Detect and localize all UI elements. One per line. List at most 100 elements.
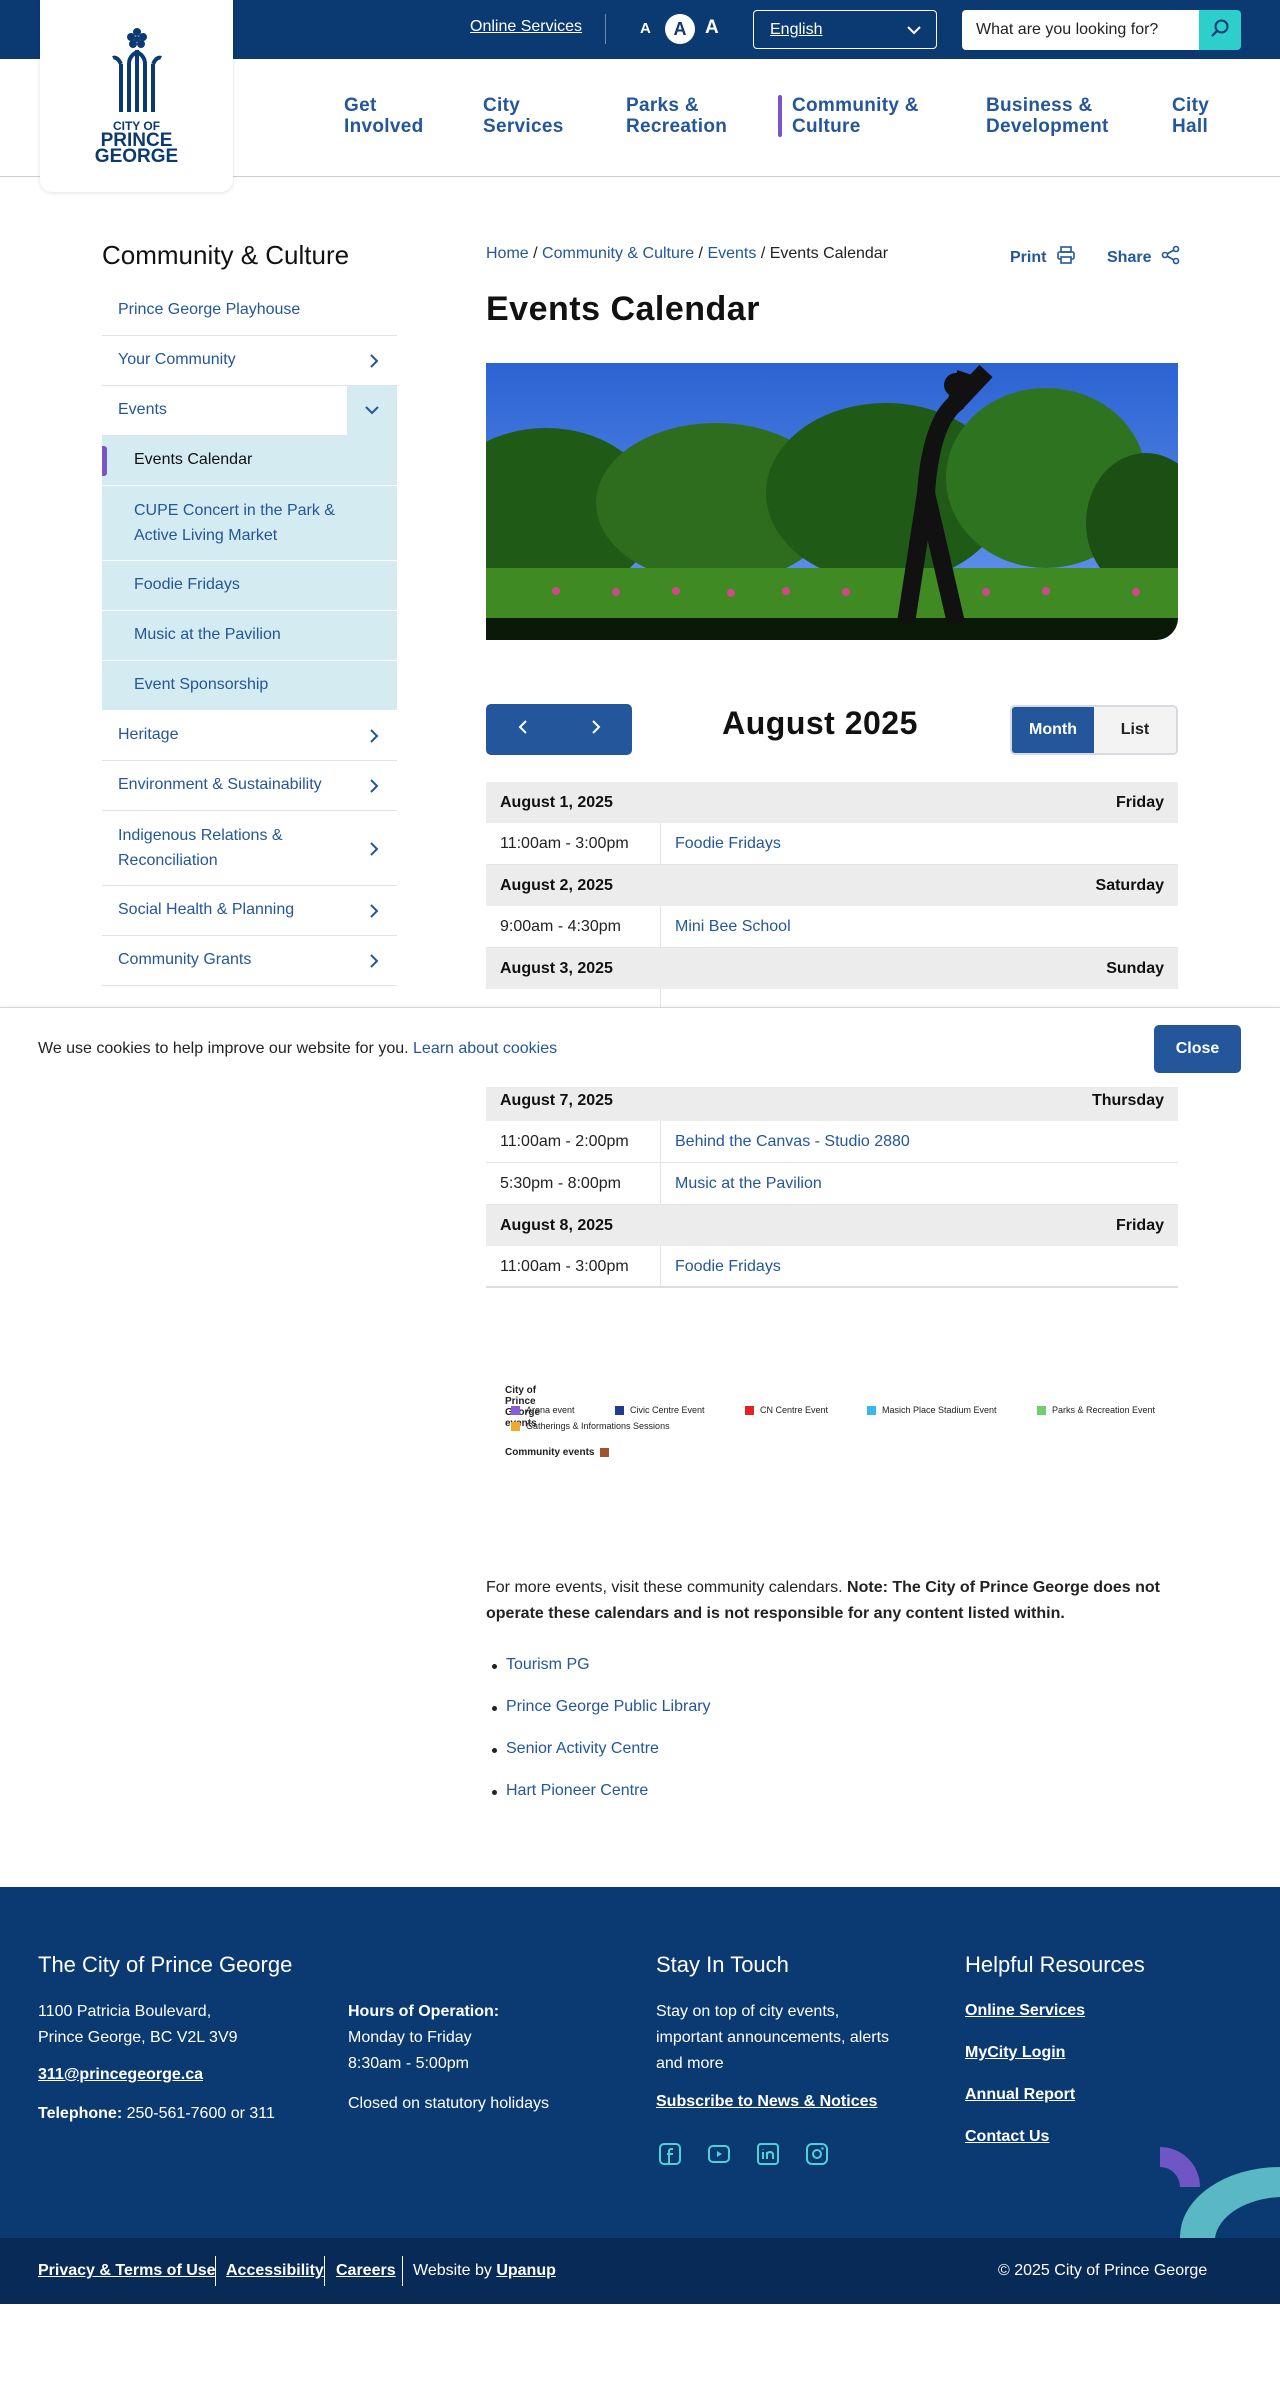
footer-telephone: Telephone: 250-561-7600 or 311 bbox=[38, 2105, 275, 2122]
sidebar-nav: Prince George Playhouse Your Community E… bbox=[102, 286, 397, 986]
font-size-large-button[interactable]: A bbox=[705, 17, 719, 39]
breadcrumb-events[interactable]: Events bbox=[707, 245, 756, 262]
footer-hours: Hours of Operation: Monday to Friday 8:30a… bbox=[348, 2003, 500, 2072]
site-logo[interactable]: CITY OF PRINCE GEORGE bbox=[40, 0, 233, 192]
collapse-toggle[interactable] bbox=[347, 386, 397, 436]
sidebar-item-community-grants[interactable]: Community Grants bbox=[102, 936, 397, 986]
list-view-button[interactable]: List bbox=[1094, 707, 1176, 753]
privacy-link[interactable]: Privacy & Terms of Use bbox=[38, 2262, 216, 2280]
sidebar-item-cupe-concert[interactable]: CUPE Concert in the Park & Active Living… bbox=[102, 486, 397, 561]
chevron-right-icon bbox=[369, 728, 379, 749]
chevron-right-icon bbox=[369, 840, 379, 865]
sidebar-item-event-sponsorship[interactable]: Event Sponsorship bbox=[102, 661, 397, 711]
font-size-small-button[interactable]: A bbox=[640, 20, 651, 37]
share-icon bbox=[1161, 245, 1181, 270]
footer-resources-title: Helpful Resources bbox=[965, 1952, 1145, 1977]
nav-city-services[interactable]: City Services bbox=[483, 95, 564, 137]
next-month-button[interactable] bbox=[559, 704, 632, 755]
chevron-left-icon bbox=[518, 719, 528, 740]
event-row: 11:00am - 3:00pm Foodie Fridays bbox=[486, 823, 1178, 865]
learn-about-cookies-link[interactable]: Learn about cookies bbox=[413, 1040, 557, 1057]
sidebar-item-social-health[interactable]: Social Health & Planning bbox=[102, 886, 397, 936]
chevron-right-icon bbox=[591, 719, 601, 740]
font-size-medium-button[interactable]: A bbox=[665, 14, 695, 44]
event-row: 9:00am - 4:30pm Mini Bee School bbox=[486, 906, 1178, 948]
instagram-icon[interactable] bbox=[803, 2140, 831, 2168]
sidebar-item-your-community[interactable]: Your Community bbox=[102, 336, 397, 386]
divider bbox=[402, 2256, 403, 2286]
nav-business-development[interactable]: Business & Development bbox=[986, 95, 1109, 137]
footer-annual-report-link[interactable]: Annual Report bbox=[965, 2082, 1075, 2108]
event-link[interactable]: Music at the Pavilion bbox=[661, 1163, 836, 1204]
legend-item: Parks & Recreation Event bbox=[1037, 1405, 1155, 1415]
footer-online-services-link[interactable]: Online Services bbox=[965, 1998, 1085, 2024]
footer-address: 1100 Patricia Boulevard, Prince George, B… bbox=[38, 2003, 238, 2046]
day-header: August 1, 2025 Friday bbox=[486, 782, 1178, 823]
nav-parks-recreation[interactable]: Parks & Recreation bbox=[626, 95, 727, 137]
legend-community: Community events bbox=[505, 1447, 610, 1458]
swatch bbox=[600, 1448, 610, 1457]
decorative-arcs-icon bbox=[1150, 2137, 1280, 2238]
list-item[interactable]: Hart Pioneer Centre bbox=[486, 1782, 711, 1824]
facebook-icon[interactable] bbox=[656, 2140, 684, 2168]
nav-get-involved[interactable]: Get Involved bbox=[344, 95, 423, 137]
event-link[interactable]: Foodie Fridays bbox=[661, 1246, 795, 1286]
divider bbox=[215, 2256, 216, 2286]
community-calendars-intro: For more events, visit these community c… bbox=[486, 1579, 1160, 1622]
agency-link[interactable]: Upanup bbox=[496, 2262, 556, 2279]
event-link[interactable]: Behind the Canvas - Studio 2880 bbox=[661, 1121, 924, 1162]
list-item[interactable]: Senior Activity Centre bbox=[486, 1740, 711, 1782]
event-time: 11:00am - 3:00pm bbox=[486, 1246, 661, 1286]
footer-stay-title: Stay In Touch bbox=[656, 1952, 789, 1977]
sidebar-title: Community & Culture bbox=[102, 240, 350, 270]
logo-mark-icon bbox=[108, 24, 166, 119]
footer-email-link[interactable]: 311@princegeorge.ca bbox=[38, 2062, 203, 2088]
accessibility-link[interactable]: Accessibility bbox=[226, 2262, 324, 2280]
language-select[interactable]: English bbox=[753, 10, 937, 49]
careers-link[interactable]: Careers bbox=[336, 2262, 396, 2280]
sidebar-item-events[interactable]: Events bbox=[102, 386, 397, 436]
cookie-banner: We use cookies to help improve our websi… bbox=[0, 1007, 1280, 1087]
footer-mycity-login-link[interactable]: MyCity Login bbox=[965, 2040, 1065, 2066]
page-title: Events Calendar bbox=[486, 290, 760, 328]
linkedin-icon[interactable] bbox=[754, 2140, 782, 2168]
sidebar-item-indigenous-relations[interactable]: Indigenous Relations & Reconciliation bbox=[102, 811, 397, 886]
sidebar-item-environment[interactable]: Environment & Sustainability bbox=[102, 761, 397, 811]
swatch bbox=[511, 1405, 520, 1415]
event-link[interactable]: Foodie Fridays bbox=[661, 823, 795, 864]
online-services-link[interactable]: Online Services bbox=[470, 18, 582, 36]
youtube-icon[interactable] bbox=[705, 2140, 733, 2168]
community-calendars-list: Tourism PG Prince George Public Library … bbox=[486, 1656, 711, 1824]
nav-community-culture[interactable]: Community & Culture bbox=[792, 95, 919, 137]
sidebar-item-playhouse[interactable]: Prince George Playhouse bbox=[102, 286, 397, 336]
subscribe-link[interactable]: Subscribe to News & Notices bbox=[656, 2089, 877, 2115]
event-time: 5:30pm - 8:00pm bbox=[486, 1163, 661, 1204]
list-item[interactable]: Prince George Public Library bbox=[486, 1698, 711, 1740]
cookie-close-button[interactable]: Close bbox=[1154, 1025, 1241, 1073]
event-link[interactable]: Mini Bee School bbox=[661, 906, 805, 947]
swatch bbox=[867, 1405, 876, 1415]
footer-org-title: The City of Prince George bbox=[38, 1952, 293, 1977]
day-header: August 3, 2025 Sunday bbox=[486, 948, 1178, 989]
nav-city-hall[interactable]: City Hall bbox=[1172, 95, 1209, 137]
sidebar-item-events-calendar[interactable]: Events Calendar bbox=[102, 436, 397, 486]
breadcrumb-home[interactable]: Home bbox=[486, 245, 529, 262]
share-button[interactable]: Share bbox=[1107, 245, 1181, 270]
event-row: 11:00am - 2:00pm Behind the Canvas - Stud… bbox=[486, 1121, 1178, 1163]
list-item[interactable]: Tourism PG bbox=[486, 1656, 711, 1698]
sidebar-item-foodie-fridays[interactable]: Foodie Fridays bbox=[102, 561, 397, 611]
chevron-right-icon bbox=[369, 903, 379, 924]
previous-month-button[interactable] bbox=[486, 704, 559, 755]
cookie-message: We use cookies to help improve our websi… bbox=[38, 1040, 558, 1057]
sidebar-item-heritage[interactable]: Heritage bbox=[102, 711, 397, 761]
legend-item: CN Centre Event bbox=[745, 1405, 828, 1415]
print-button[interactable]: Print bbox=[1010, 245, 1076, 270]
event-row: 11:00am - 3:00pm Foodie Fridays bbox=[486, 1246, 1178, 1288]
footer-contact-us-link[interactable]: Contact Us bbox=[965, 2124, 1049, 2150]
search-button[interactable] bbox=[1199, 10, 1241, 50]
sidebar-item-music-pavilion[interactable]: Music at the Pavilion bbox=[102, 611, 397, 661]
breadcrumb-community-culture[interactable]: Community & Culture bbox=[542, 245, 694, 262]
month-view-button[interactable]: Month bbox=[1012, 707, 1094, 753]
search-input[interactable] bbox=[962, 10, 1200, 50]
legend-item: Gatherings & Informations Sessions bbox=[511, 1421, 670, 1431]
